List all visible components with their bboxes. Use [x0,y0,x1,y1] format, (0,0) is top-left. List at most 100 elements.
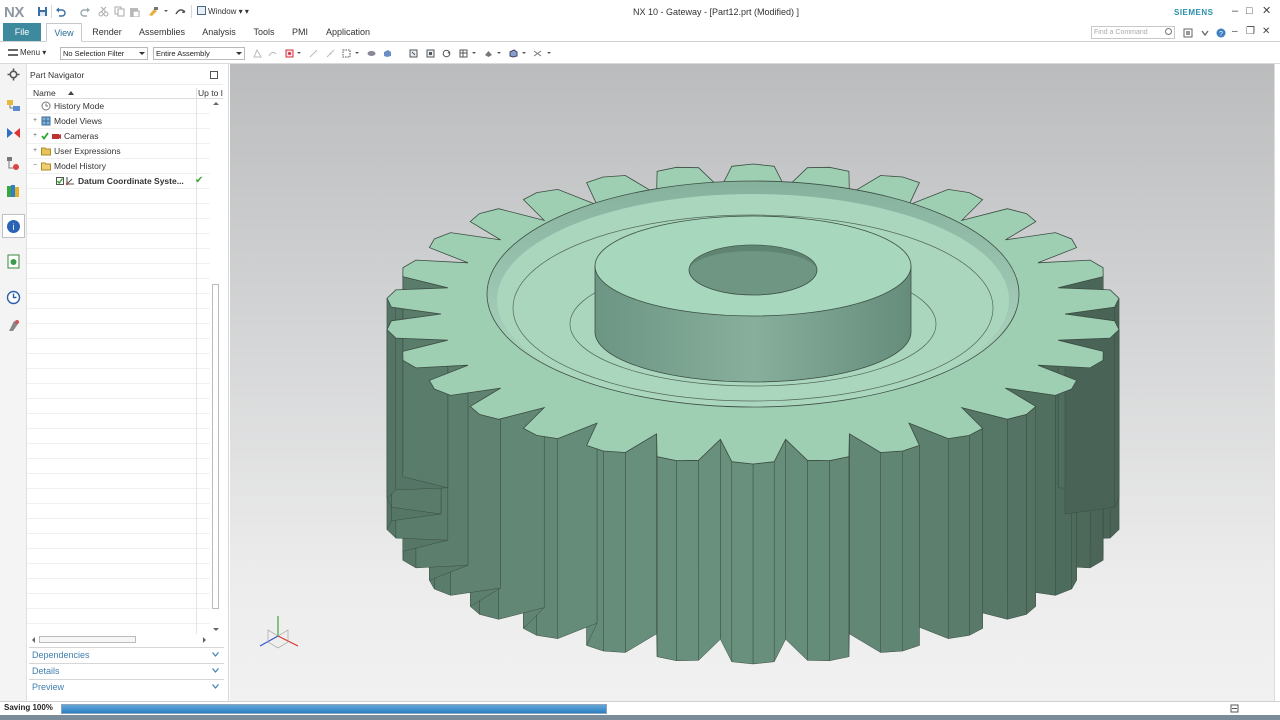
siemens-logo: SIEMENS [1174,8,1214,17]
tab-tools[interactable]: Tools [249,23,279,42]
selection-filter-dropdown[interactable]: No Selection Filter [60,47,148,60]
tree-row-label: Model Views [54,116,103,126]
status-options-icon[interactable] [1230,704,1239,713]
edge-display-icon[interactable] [509,49,518,58]
menu-button[interactable]: Menu ▾ [8,48,46,57]
orient-view-icon[interactable] [459,49,468,58]
select-curve-icon[interactable] [268,49,277,58]
chevron-down-icon [236,52,242,55]
expand-icon[interactable]: + [33,147,38,154]
assembly-scope-dropdown[interactable]: Entire Assembly [153,47,245,60]
gear-side-face [625,433,657,653]
document-restore-button[interactable]: ❐ [1246,26,1255,38]
chevron-down-icon[interactable] [472,52,476,54]
tab-file[interactable]: File [3,23,41,41]
expand-icon[interactable]: + [33,117,38,124]
document-close-button[interactable]: ✕ [1262,26,1270,38]
column-name[interactable]: Name [33,88,56,98]
chevron-down-icon[interactable] [355,52,359,54]
reuse-library-icon[interactable] [6,183,21,198]
rotate-icon[interactable] [442,49,451,58]
history-icon[interactable] [6,290,21,305]
hd3d-tools-icon[interactable]: i [6,219,21,234]
details-panel[interactable]: Details [29,663,224,678]
help-icon[interactable]: ? [1216,28,1226,38]
chevron-down-icon [212,684,219,689]
tree-row-model-history[interactable]: − Model History [27,159,210,174]
rendering-style-icon[interactable] [484,49,493,58]
visibility-checkbox[interactable] [56,177,64,185]
close-button[interactable]: ✕ [1262,5,1271,17]
preview-panel[interactable]: Preview [29,679,224,694]
find-command-input[interactable]: Find a Command [1091,26,1175,39]
minimize-button[interactable]: – [1232,5,1238,17]
snap-midpoint-icon[interactable] [326,49,335,58]
web-browser-icon[interactable] [6,254,21,269]
gear-side-face [557,422,598,639]
maximize-button[interactable]: □ [1246,5,1253,17]
tab-application[interactable]: Application [320,23,376,42]
gear-side-face [773,439,786,662]
tree-row-label: Datum Coordinate Syste... [78,176,184,186]
gear-side-face [902,445,920,652]
scroll-right-icon[interactable] [203,637,206,643]
tab-pmi[interactable]: PMI [287,23,313,42]
search-icon[interactable] [1165,28,1172,35]
status-text: Saving 100% [4,703,53,712]
gear-side-face [752,461,775,665]
tree-row-model-views[interactable]: + Model Views [27,114,210,129]
tree-row-datum-csys[interactable]: Datum Coordinate Syste... ✔ [27,174,210,189]
tree-row-history-mode[interactable]: History Mode [27,99,210,114]
tree-row-user-expressions[interactable]: + User Expressions [27,144,210,159]
select-feature-icon[interactable] [253,49,262,58]
rectangle-select-icon[interactable] [342,49,351,58]
tree-row-label: Model History [54,161,106,171]
pin-icon[interactable] [210,71,218,79]
tab-view[interactable]: View [46,23,82,42]
fit-view-icon[interactable] [409,49,418,58]
scrollbar-thumb[interactable] [39,636,136,643]
checkmark-icon[interactable] [41,132,49,140]
graphics-window[interactable] [230,64,1274,701]
shaded-icon[interactable] [383,49,392,58]
taskbar-strip [0,715,1280,720]
dependencies-panel[interactable]: Dependencies [29,647,224,662]
navigator-vertical-scrollbar[interactable] [211,99,221,634]
zoom-icon[interactable] [426,49,435,58]
sort-ascending-icon[interactable] [68,91,74,95]
tab-assemblies[interactable]: Assemblies [134,23,190,42]
collapse-icon[interactable]: − [33,162,38,169]
assembly-scope-value: Entire Assembly [156,49,210,58]
scrollbar-thumb[interactable] [212,284,219,609]
tab-render[interactable]: Render [87,23,127,42]
section-view-icon[interactable] [533,49,542,58]
gear-model[interactable] [230,64,1274,701]
chevron-down-icon[interactable] [497,52,501,54]
assembly-navigator-icon[interactable] [6,98,21,113]
expand-icon[interactable]: + [33,132,38,139]
selection-filter-value: No Selection Filter [63,49,125,58]
chevron-down-icon[interactable] [547,52,551,54]
settings-icon[interactable] [6,67,21,82]
tab-analysis[interactable]: Analysis [197,23,241,42]
collapse-ribbon-icon[interactable] [1200,28,1210,38]
system-materials-icon[interactable] [6,318,21,333]
part-navigator-icon[interactable] [6,156,21,171]
scroll-left-icon[interactable] [32,637,35,643]
chevron-down-icon[interactable] [297,52,301,54]
top-toolbar: Menu ▾ No Selection Filter Entire Assemb… [0,43,1280,64]
ribbon-options-icon[interactable] [1183,28,1193,38]
constraint-navigator-icon[interactable] [6,126,21,141]
history-mode-icon [41,101,51,111]
chevron-down-icon[interactable] [522,52,526,54]
tree-row-cameras[interactable]: + Cameras [27,129,210,144]
scroll-up-icon[interactable] [213,102,219,105]
snap-point-icon[interactable] [285,49,294,58]
gear-side-face [969,428,983,636]
column-up-to[interactable]: Up to I [196,88,223,98]
show-hide-icon[interactable] [367,49,376,58]
document-minimize-button[interactable]: – [1232,26,1238,38]
scroll-down-icon[interactable] [213,628,219,631]
navigator-horizontal-scrollbar[interactable] [27,634,210,645]
snap-endpoint-icon[interactable] [309,49,318,58]
